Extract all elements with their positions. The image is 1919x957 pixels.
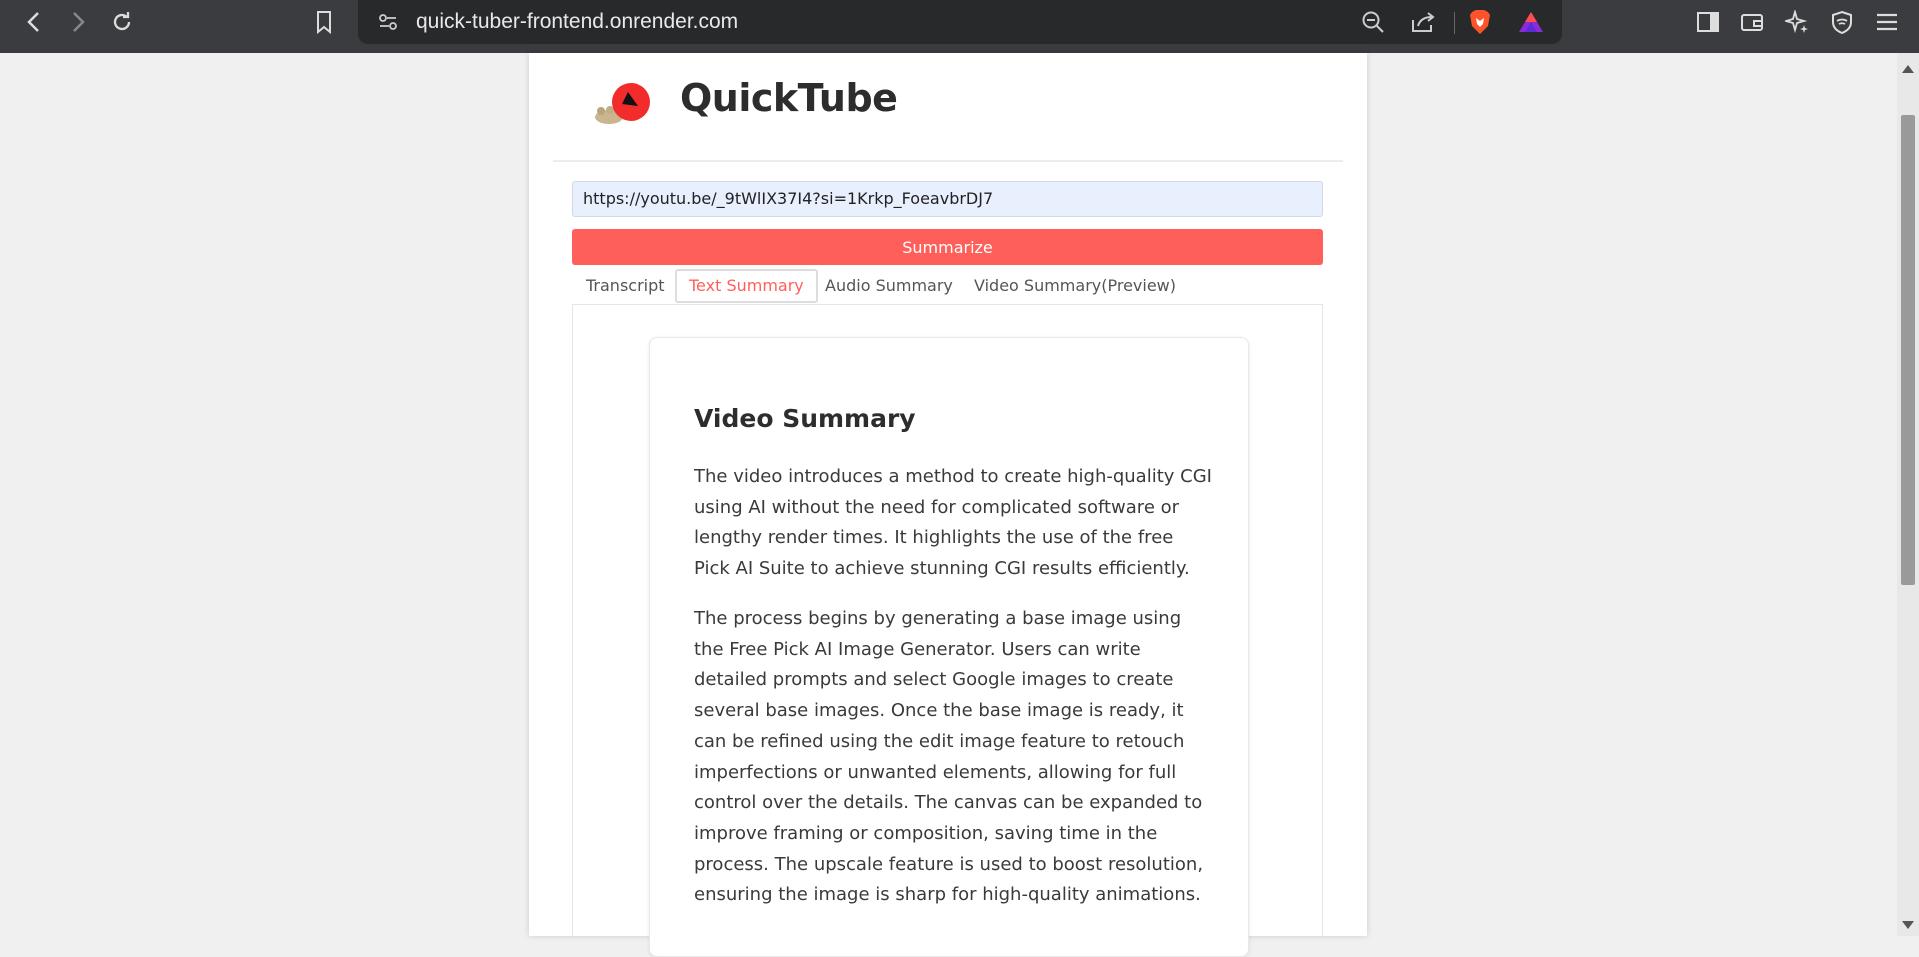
header-divider [553,160,1343,162]
bookmark-icon[interactable] [302,0,346,44]
sidebar-icon[interactable] [1688,0,1728,44]
page-scrollbar[interactable] [1897,53,1919,936]
share-icon[interactable] [1403,0,1443,44]
brave-shield-icon[interactable] [1460,0,1500,44]
summary-paragraph: The process begins by generating a base … [694,608,1204,906]
scroll-down-arrow-icon[interactable] [1902,921,1914,929]
summary-card: Video Summary The video introduces a met… [649,337,1249,957]
toolbar-divider [1454,12,1455,34]
quicktube-logo [589,73,659,133]
app-title: QuickTube [680,76,898,120]
zoom-icon[interactable] [1353,0,1393,44]
summary-paragraph: The video introduces a method to create … [694,466,1212,580]
leo-ai-icon[interactable] [1777,0,1817,44]
app-container: QuickTube https://youtu.be/_9tWlIX37I4?s… [529,53,1367,957]
browser-toolbar: quick-tuber-frontend.onrender.com [0,0,1919,53]
tab-content-panel: Video Summary The video introduces a met… [572,304,1323,957]
video-url-input[interactable]: https://youtu.be/_9tWlIX37I4?si=1Krkp_Fo… [572,181,1323,217]
summarize-button[interactable]: Summarize [572,229,1323,265]
tab-transcript[interactable]: Transcript [586,269,665,303]
scroll-thumb[interactable] [1901,115,1915,585]
site-settings-icon[interactable] [366,0,410,44]
tab-video-summary-preview[interactable]: Video Summary(Preview) [974,269,1176,303]
forward-icon[interactable] [56,0,100,44]
address-bar[interactable]: quick-tuber-frontend.onrender.com [358,0,1562,44]
tab-text-summary[interactable]: Text Summary [675,269,818,303]
scroll-up-arrow-icon[interactable] [1902,65,1914,73]
vpn-icon[interactable] [1822,0,1862,44]
tab-audio-summary[interactable]: Audio Summary [825,269,953,303]
back-icon[interactable] [12,0,56,44]
reload-icon[interactable] [100,0,144,44]
brave-rewards-icon[interactable] [1511,0,1551,44]
wallet-icon[interactable] [1732,0,1772,44]
summary-heading: Video Summary [694,404,916,433]
menu-icon[interactable] [1867,0,1907,44]
url-text: quick-tuber-frontend.onrender.com [416,10,739,33]
summary-tabs: Transcript Text Summary Audio Summary Vi… [572,267,1323,303]
